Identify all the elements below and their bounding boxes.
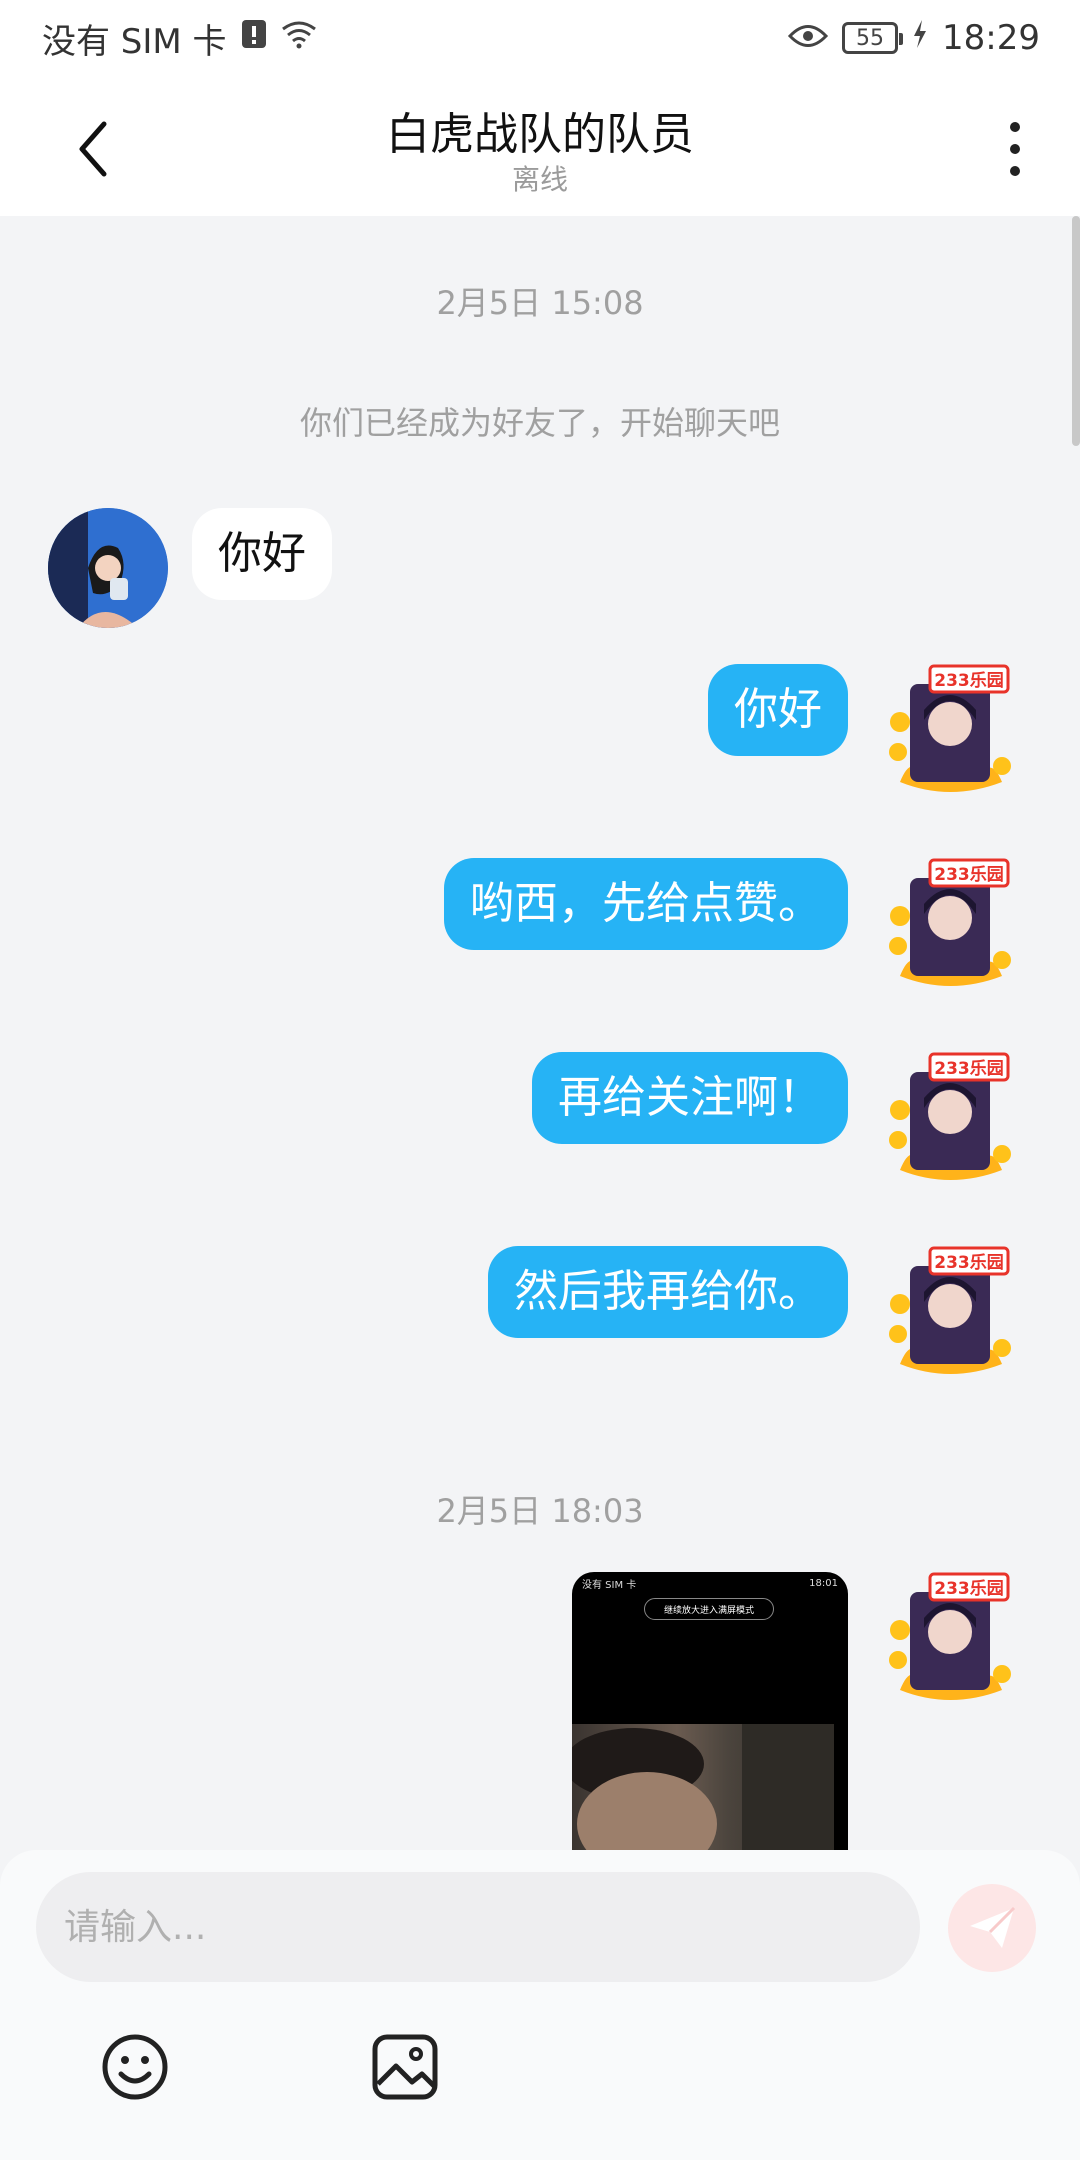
more-dot-icon xyxy=(1010,144,1020,154)
sim-alert-icon xyxy=(241,18,267,58)
image-hint-pill: 继续放大进入满屏模式 xyxy=(644,1598,774,1620)
carrier-label: 没有 SIM 卡 xyxy=(42,21,227,62)
my-avatar[interactable]: 233乐园 xyxy=(880,1050,1020,1190)
image-carrier: 没有 SIM 卡 xyxy=(582,1579,637,1591)
status-right: 55 18:29 xyxy=(787,18,1040,58)
message-bubble-outgoing[interactable]: 哟西，先给点赞。 xyxy=(444,858,848,950)
photo-icon xyxy=(572,1724,834,1850)
image-picker-button[interactable] xyxy=(370,2032,440,2102)
more-dot-icon xyxy=(1010,122,1020,132)
my-avatar-image: 233乐园 xyxy=(889,1572,1011,1700)
battery-indicator: 55 xyxy=(842,22,904,54)
status-left: 没有 SIM 卡 xyxy=(42,14,317,63)
emoji-icon xyxy=(102,2034,168,2100)
message-input[interactable] xyxy=(36,1872,920,1982)
image-message[interactable]: 没有 SIM 卡 18:01 继续放大进入满屏模式 xyxy=(572,1572,848,1850)
message-bubble-outgoing[interactable]: 然后我再给你。 xyxy=(488,1246,848,1338)
message-bubble-outgoing[interactable]: 你好 xyxy=(708,664,848,756)
my-avatar[interactable]: 233乐园 xyxy=(880,1570,1020,1710)
my-avatar-image: 233乐园 xyxy=(889,1052,1011,1180)
status-bar: 没有 SIM 卡 55 18:29 xyxy=(0,0,1080,76)
image-photo-content xyxy=(572,1724,834,1850)
my-avatar[interactable]: 233乐园 xyxy=(880,1244,1020,1384)
image-time: 18:01 xyxy=(809,1577,838,1589)
more-dot-icon xyxy=(1010,166,1020,176)
image-icon xyxy=(372,2034,438,2100)
online-status: 离线 xyxy=(511,163,568,196)
charging-icon xyxy=(912,18,928,58)
avatar-badge-text: 233乐园 xyxy=(934,865,1004,885)
chat-title: 白虎战队的队员 xyxy=(386,109,694,160)
my-avatar[interactable]: 233乐园 xyxy=(880,662,1020,802)
more-menu-button[interactable] xyxy=(1000,114,1030,184)
my-avatar-image: 233乐园 xyxy=(889,858,1011,986)
contact-avatar[interactable] xyxy=(48,508,168,628)
timestamp: 2月5日 18:03 xyxy=(436,1492,644,1530)
chat-header: 白虎战队的队员 离线 xyxy=(0,76,1080,216)
avatar-badge-text: 233乐园 xyxy=(934,1059,1004,1079)
emoji-button[interactable] xyxy=(100,2032,170,2102)
my-avatar-image: 233乐园 xyxy=(889,664,1011,792)
image-status-bar: 没有 SIM 卡 18:01 xyxy=(572,1572,848,1594)
wifi-icon xyxy=(281,18,317,58)
avatar-badge-text: 233乐园 xyxy=(934,1253,1004,1273)
avatar-badge-text: 233乐园 xyxy=(934,1579,1004,1599)
message-bubble-incoming[interactable]: 你好 xyxy=(192,508,332,600)
eye-icon xyxy=(787,18,829,58)
send-button[interactable] xyxy=(948,1884,1036,1972)
timestamp: 2月5日 15:08 xyxy=(436,284,644,322)
send-icon xyxy=(970,1906,1016,1948)
system-note: 你们已经成为好友了，开始聊天吧 xyxy=(299,404,780,442)
composer-panel xyxy=(0,1850,1080,2160)
my-avatar-image: 233乐园 xyxy=(889,1246,1011,1374)
my-avatar[interactable]: 233乐园 xyxy=(880,856,1020,996)
avatar-badge-text: 233乐园 xyxy=(934,671,1004,691)
clock: 18:29 xyxy=(942,18,1040,58)
battery-level: 55 xyxy=(856,25,885,51)
contact-avatar-image xyxy=(48,508,168,628)
message-bubble-outgoing[interactable]: 再给关注啊！ xyxy=(532,1052,848,1144)
